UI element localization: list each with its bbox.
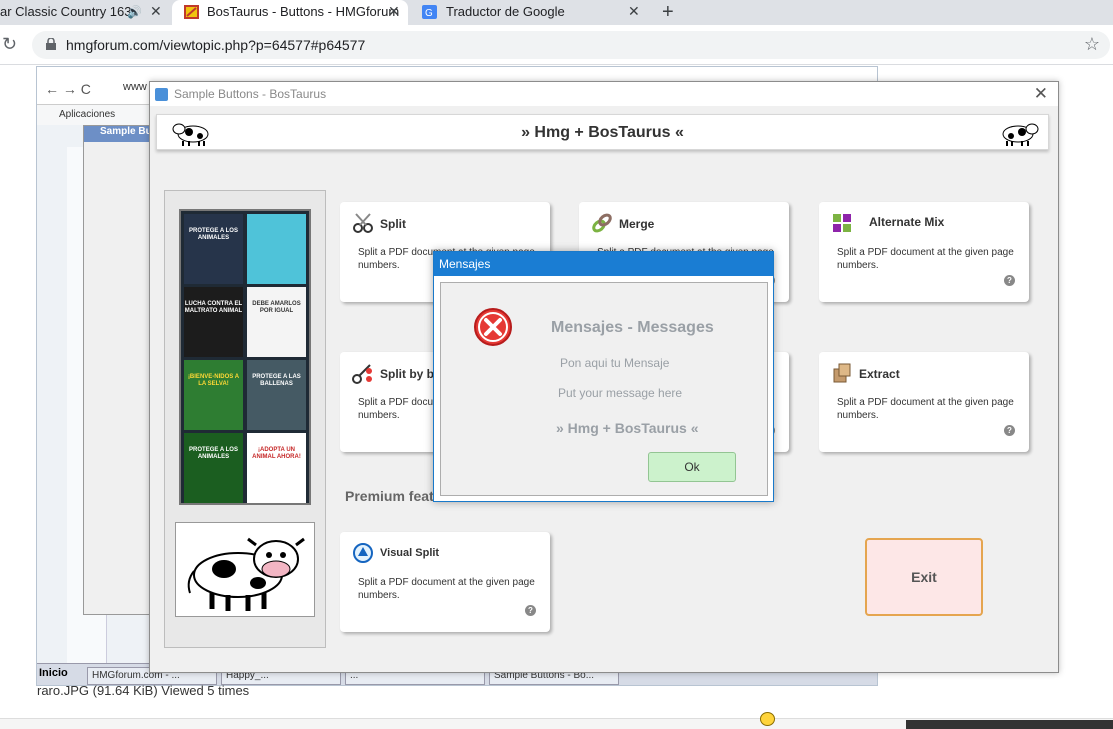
svg-text:G: G [425,8,433,19]
tab-title: Traductor de Google [446,4,565,19]
dialog-signature: » Hmg + BosTaurus « [556,420,699,436]
card-title: Alternate Mix [869,215,945,229]
address-bar[interactable]: hmgforum.com/viewtopic.php?p=64577#p6457… [32,31,1110,59]
reload-icon[interactable]: ↻ [2,34,17,55]
dialog-heading: Mensajes - Messages [551,319,714,336]
app-window-icon [155,88,168,101]
card-title: Extract [859,367,900,381]
inner-url: www [123,81,147,93]
app-banner: » Hmg + BosTaurus « [156,114,1049,150]
message-dialog: Mensajes Mensajes - Messages Pon aqui tu… [433,251,774,502]
back-icon: ← → C [45,81,91,97]
tab-traductor[interactable]: G Traductor de Google ✕ [412,0,650,25]
hmg-favicon-icon [184,5,199,19]
image-caption: raro.JPG (91.64 KiB) Viewed 5 times [37,683,250,698]
card-description: Split a PDF document at the given page n… [837,247,1014,271]
help-icon[interactable]: ? [1004,275,1015,286]
tab-close-icon[interactable]: ✕ [628,3,640,20]
alternate-mix-card[interactable]: Alternate Mix Split a PDF document at th… [819,202,1029,302]
merge-icon [592,213,612,233]
cow-image [175,522,315,617]
browser-tab-strip: ar Classic Country 163 🔊 ✕ BosTaurus - B… [0,0,1113,25]
app-title: Sample Buttons - BosTaurus [174,87,327,101]
cow-illustration [187,537,305,611]
poster-thumbnail [247,214,306,284]
poster-thumbnail: ¡ADOPTA UN ANIMAL AHORA! [247,433,306,503]
app-close-icon[interactable]: ✕ [1034,84,1048,104]
ok-button[interactable]: Ok [648,452,736,482]
scissors-icon [353,213,373,233]
card-title: Split [380,217,406,231]
preview-panel: PROTEGE A LOS ANIMALES LUCHA CONTRA EL M… [164,190,326,648]
new-tab-icon[interactable]: + [662,1,674,24]
card-description: Split a PDF document at the given page n… [837,397,1014,421]
tab-title: ar Classic Country 163 [0,4,132,19]
visual-split-icon [353,543,373,563]
extract-card[interactable]: Extract Split a PDF document at the give… [819,352,1029,452]
app-titlebar: Sample Buttons - BosTaurus ✕ [150,82,1058,106]
poster-thumbnail: ¡BIENVE-NIDOS A LA SELVA! [184,360,243,430]
tab-bostaurus[interactable]: BosTaurus - Buttons - HMGforum ✕ [172,0,408,25]
tab-classic-country[interactable]: ar Classic Country 163 🔊 ✕ [0,0,170,25]
help-icon[interactable]: ? [1004,425,1015,436]
dark-strip [906,720,1113,729]
tab-close-icon[interactable]: ✕ [150,3,162,20]
banner-title: » Hmg + BosTaurus « [521,124,684,141]
bookmarks-label: Aplicaciones [59,109,116,120]
split-bookmarks-icon [352,364,372,384]
alternate-mix-icon [833,214,851,232]
dialog-title: Mensajes [439,257,491,271]
poster-thumbnail: LUCHA CONTRA EL MALTRATO ANIMAL [184,287,243,357]
card-title: Merge [619,217,655,231]
poster-thumbnail: PROTEGE A LOS ANIMALES [184,214,243,284]
url-text: hmgforum.com/viewtopic.php?p=64577#p6457… [66,37,366,53]
error-icon [474,308,512,346]
card-description: Split a PDF document at the given page n… [358,577,535,601]
tab-title: BosTaurus - Buttons - HMGforum [207,4,400,19]
poster-thumbnail: PROTEGE A LOS ANIMALES [184,433,243,503]
speaker-icon: 🔊 [127,5,142,19]
lock-icon [46,38,56,50]
visual-split-card[interactable]: Visual Split Split a PDF document at the… [340,532,550,632]
dialog-body: Mensajes - Messages Pon aqui tu Mensaje … [440,282,768,496]
poster-thumbnail: PROTEGE A LAS BALLENAS [247,360,306,430]
google-translate-icon: G [422,5,437,19]
bookmark-star-icon[interactable]: ☆ [1084,34,1100,55]
tab-close-icon[interactable]: ✕ [388,3,400,20]
poster-thumbnail: DEBE AMARLOS POR IGUAL [247,287,306,357]
cow-icon [1002,123,1039,146]
browser-toolbar: ↻ hmgforum.com/viewtopic.php?p=64577#p64… [0,25,1113,65]
dialog-message-line: Put your message here [558,386,683,400]
card-title: Visual Split [380,547,440,559]
dialog-titlebar: Mensajes [434,252,773,276]
help-icon[interactable]: ? [525,605,536,616]
extract-icon [833,363,851,383]
poster-thumbnails: PROTEGE A LOS ANIMALES LUCHA CONTRA EL M… [179,209,311,505]
emoji-icon [760,712,775,726]
exit-button[interactable]: Exit [865,538,983,616]
dialog-message-line: Pon aqui tu Mensaje [560,356,670,370]
